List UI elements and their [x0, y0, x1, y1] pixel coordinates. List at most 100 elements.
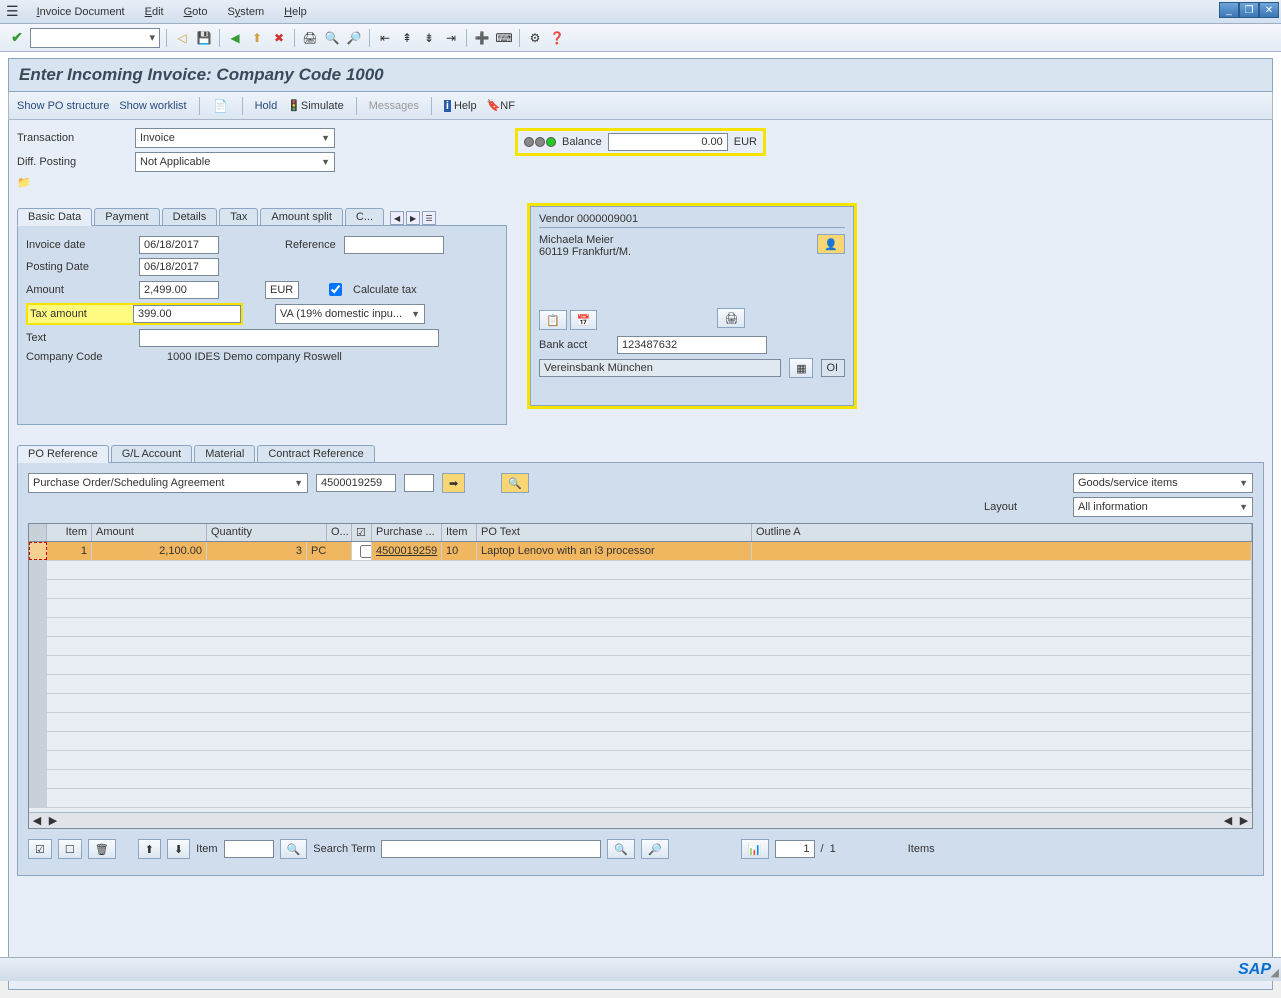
help-button[interactable]: i Help: [444, 100, 477, 112]
resize-handle-icon[interactable]: ◢: [1271, 966, 1279, 979]
item-filter-input[interactable]: [224, 840, 274, 858]
first-page-icon[interactable]: ⇤: [376, 29, 394, 47]
exit-icon[interactable]: ⬆: [248, 29, 266, 47]
delete-row-icon[interactable]: 🗑: [88, 839, 116, 859]
amount-input[interactable]: 2,499.00: [139, 281, 219, 299]
find-icon[interactable]: 🔍: [323, 29, 341, 47]
restore-button[interactable]: ❐: [1239, 2, 1259, 18]
tab-next-icon[interactable]: ▶: [406, 211, 420, 225]
item-checkbox[interactable]: [360, 545, 372, 558]
tab-payment[interactable]: Payment: [94, 208, 159, 225]
col-po-text[interactable]: PO Text: [477, 524, 752, 541]
back-icon[interactable]: ◁: [173, 29, 191, 47]
col-check[interactable]: ☑: [352, 524, 372, 541]
back-button-icon[interactable]: ◀: [226, 29, 244, 47]
tab-basic-data[interactable]: Basic Data: [17, 208, 92, 226]
col-outline[interactable]: Outline A: [752, 524, 1252, 541]
simulate-button[interactable]: 🚦Simulate: [287, 99, 344, 112]
find-next-icon-2[interactable]: 🔎: [641, 839, 669, 859]
col-quantity[interactable]: Quantity: [207, 524, 327, 541]
tab-material[interactable]: Material: [194, 445, 255, 462]
tab-gl-account[interactable]: G/L Account: [111, 445, 193, 462]
deselect-all-icon[interactable]: ☐: [58, 839, 82, 859]
col-amount[interactable]: Amount: [92, 524, 207, 541]
local-layout-icon[interactable]: ⚙: [526, 29, 544, 47]
select-all-icon[interactable]: ☑: [28, 839, 52, 859]
vendor-action2-icon[interactable]: 📅: [570, 310, 598, 330]
currency-input[interactable]: EUR: [265, 281, 299, 299]
calculate-tax-checkbox[interactable]: [329, 283, 342, 296]
minimize-button[interactable]: _: [1219, 2, 1239, 18]
tab-tax[interactable]: Tax: [219, 208, 258, 225]
po-number-input[interactable]: 4500019259: [316, 474, 396, 492]
menu-edit[interactable]: Edit: [135, 4, 174, 20]
prev-page-icon[interactable]: ⇞: [398, 29, 416, 47]
last-page-icon[interactable]: ⇥: [442, 29, 460, 47]
hold-link[interactable]: Hold: [255, 100, 278, 112]
app-menu-icon[interactable]: ☰: [6, 3, 19, 20]
bank-grid-icon[interactable]: ▦: [789, 358, 813, 378]
row-selector-header[interactable]: [29, 524, 47, 541]
search-icon[interactable]: 🔍: [280, 839, 308, 859]
col-unit[interactable]: O...: [327, 524, 352, 541]
posting-date-input[interactable]: 06/18/2017: [139, 258, 219, 276]
tab-po-reference[interactable]: PO Reference: [17, 445, 109, 463]
menu-system[interactable]: System: [217, 4, 274, 20]
col-po[interactable]: Purchase ...: [372, 524, 442, 541]
po-search-button[interactable]: 🔍: [501, 473, 529, 493]
reference-input[interactable]: [344, 236, 444, 254]
positioning-icon[interactable]: 📊: [741, 839, 769, 859]
table-body[interactable]: 1 2,100.00 3 PC 4500019259 10 Laptop Len…: [29, 542, 1252, 812]
layout-dropdown[interactable]: All information▼: [1073, 497, 1253, 517]
other-document-icon[interactable]: 📄: [212, 97, 230, 115]
command-field[interactable]: ▾: [30, 28, 160, 48]
enter-icon[interactable]: ✔: [8, 29, 26, 47]
oi-button[interactable]: OI: [821, 359, 845, 377]
find-icon-2[interactable]: 🔍: [607, 839, 635, 859]
next-page-icon[interactable]: ⇟: [420, 29, 438, 47]
print-vendor-icon[interactable]: 🖨: [717, 308, 745, 328]
po-item-input[interactable]: [404, 474, 434, 492]
tab-prev-icon[interactable]: ◀: [390, 211, 404, 225]
goods-filter-dropdown[interactable]: Goods/service items▼: [1073, 473, 1253, 493]
find-next-icon[interactable]: 🔎: [345, 29, 363, 47]
menu-help[interactable]: Help: [274, 4, 317, 20]
save-icon[interactable]: 💾: [195, 29, 213, 47]
tab-contract-ref[interactable]: Contract Reference: [257, 445, 374, 462]
vendor-display-button[interactable]: 👤: [817, 234, 845, 254]
close-button[interactable]: ✕: [1259, 2, 1279, 18]
show-po-structure-link[interactable]: Show PO structure: [17, 100, 109, 112]
menu-goto[interactable]: Goto: [174, 4, 218, 20]
col-po-item[interactable]: Item: [442, 524, 477, 541]
tab-details[interactable]: Details: [162, 208, 218, 225]
col-item[interactable]: Item: [47, 524, 92, 541]
tax-amount-input[interactable]: 399.00: [133, 305, 241, 323]
vendor-action1-icon[interactable]: 📋: [539, 310, 567, 330]
nf-button[interactable]: 🔖NF: [487, 99, 515, 112]
sort-asc-icon[interactable]: ⬆: [138, 839, 161, 859]
po-link[interactable]: 4500019259: [372, 542, 442, 560]
sort-desc-icon[interactable]: ⬇: [167, 839, 190, 859]
shortcut-icon[interactable]: ⌨: [495, 29, 513, 47]
transaction-dropdown[interactable]: Invoice▼: [135, 128, 335, 148]
tab-list-icon[interactable]: ☰: [422, 211, 436, 225]
tab-more[interactable]: C...: [345, 208, 384, 225]
invoice-date-input[interactable]: 06/18/2017: [139, 236, 219, 254]
diff-posting-dropdown[interactable]: Not Applicable▼: [135, 152, 335, 172]
menu-invoice-document[interactable]: Invoice Document: [27, 4, 135, 20]
horizontal-scrollbar[interactable]: ◀▶ ◀▶: [29, 812, 1252, 828]
page-current[interactable]: 1: [775, 840, 815, 858]
table-row[interactable]: 1 2,100.00 3 PC 4500019259 10 Laptop Len…: [29, 542, 1252, 561]
po-reference-type-dropdown[interactable]: Purchase Order/Scheduling Agreement▼: [28, 473, 308, 493]
cancel-icon[interactable]: ✖: [270, 29, 288, 47]
help-icon[interactable]: ❓: [548, 29, 566, 47]
search-term-input[interactable]: [381, 840, 601, 858]
folder-icon[interactable]: 📁: [17, 176, 31, 189]
tax-code-dropdown[interactable]: VA (19% domestic inpu...▼: [275, 304, 425, 324]
show-worklist-link[interactable]: Show worklist: [119, 100, 186, 112]
create-session-icon[interactable]: ➕: [473, 29, 491, 47]
print-icon[interactable]: 🖨: [301, 29, 319, 47]
po-go-button[interactable]: ➡: [442, 473, 465, 493]
tab-amount-split[interactable]: Amount split: [260, 208, 343, 225]
text-input[interactable]: [139, 329, 439, 347]
